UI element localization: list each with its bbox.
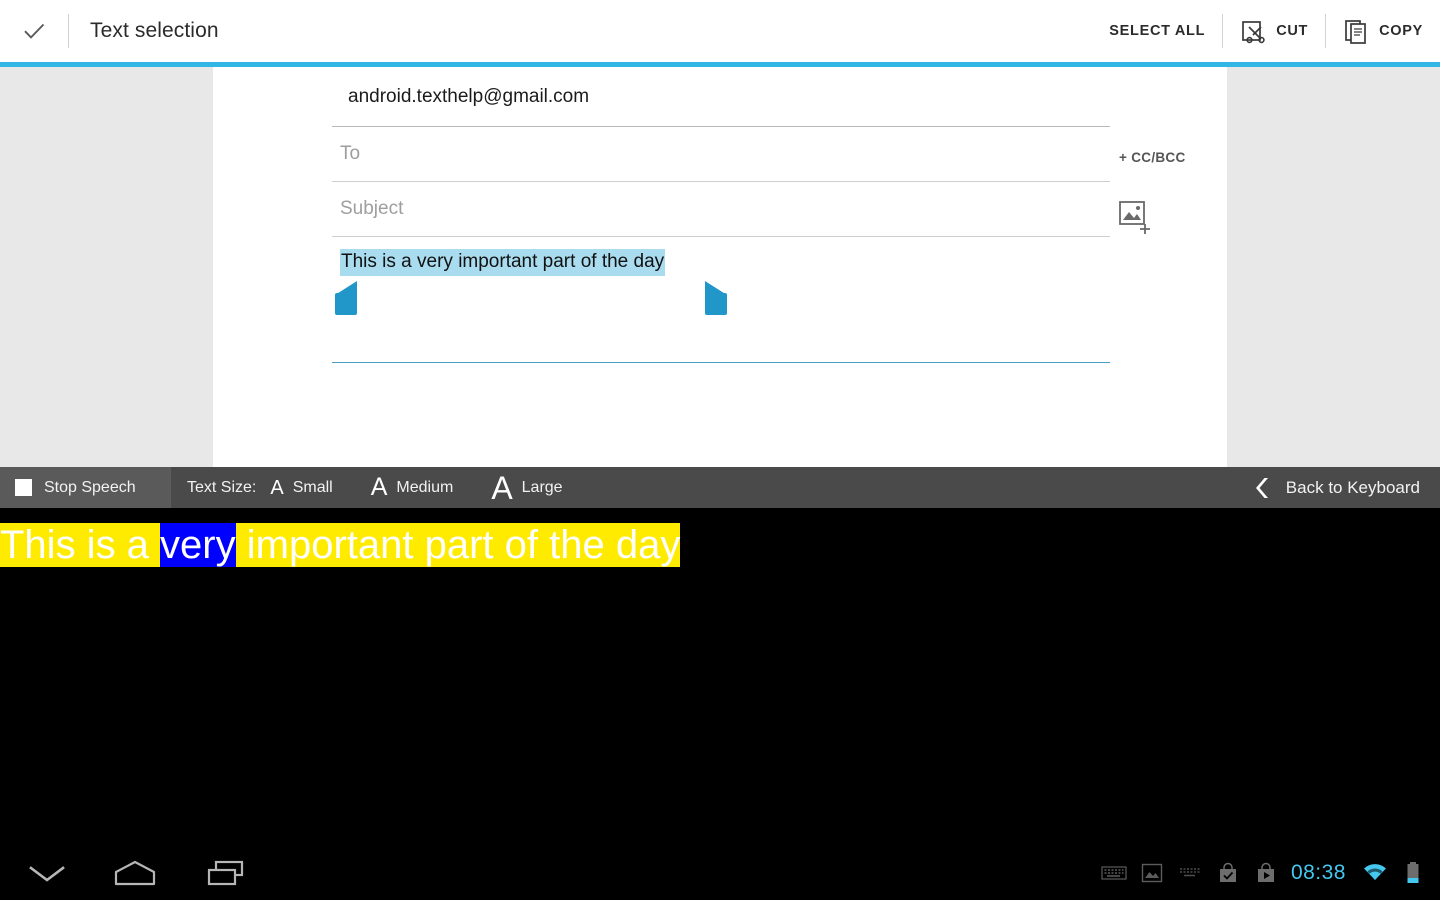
copy-pages-icon <box>1345 19 1366 44</box>
home-icon <box>114 860 156 885</box>
contextual-action-bar: Text selection SELECT ALL CUT COPY <box>0 0 1440 62</box>
hide-keyboard-button[interactable] <box>2 845 92 900</box>
text-size-small-label: Small <box>292 478 333 496</box>
message-body-field[interactable]: This is a very important part of the day <box>332 247 1110 363</box>
from-value: android.texthelp@gmail.com <box>348 85 590 107</box>
battery-icon <box>1394 845 1432 900</box>
screen-root: Text selection SELECT ALL CUT COPY andro… <box>0 0 1440 900</box>
copy-button[interactable]: COPY <box>1326 0 1440 62</box>
karaoke-text-line: This is a very important part of the day <box>0 517 681 574</box>
compose-panel: android.texthelp@gmail.com To Subject Th… <box>213 67 1227 467</box>
text-size-group: Text Size: A Small A Medium A Large <box>171 467 584 508</box>
cut-button[interactable]: CUT <box>1223 0 1325 62</box>
text-size-small-option[interactable]: A Small <box>270 467 353 508</box>
stop-speech-button[interactable]: Stop Speech <box>0 467 170 508</box>
to-placeholder: To <box>340 143 361 164</box>
screenshot-image-icon[interactable] <box>1133 845 1171 900</box>
cut-label: CUT <box>1276 23 1309 39</box>
keyboard-icon[interactable] <box>1095 845 1133 900</box>
page-title: Text selection <box>90 19 219 42</box>
add-image-icon[interactable] <box>1118 200 1154 236</box>
karaoke-segment-active: very <box>160 523 236 567</box>
app-background: android.texthelp@gmail.com To Subject Th… <box>0 67 1440 467</box>
stop-speech-label: Stop Speech <box>44 478 136 496</box>
home-button[interactable] <box>90 845 180 900</box>
letter-a-medium-icon: A <box>370 473 388 501</box>
subject-field[interactable]: Subject <box>332 182 1110 237</box>
text-size-medium-option[interactable]: A Medium <box>371 467 475 508</box>
from-field[interactable]: android.texthelp@gmail.com <box>332 67 1110 127</box>
back-to-keyboard-label: Back to Keyboard <box>1285 477 1420 497</box>
stop-square-icon <box>15 479 32 496</box>
recents-icon <box>207 860 244 885</box>
speech-toolbar: Stop Speech Text Size: A Small A Medium … <box>0 467 1440 508</box>
letter-a-large-icon: A <box>491 469 513 506</box>
text-size-large-label: Large <box>521 478 563 496</box>
letter-a-small-icon: A <box>270 476 284 499</box>
system-navigation-bar: 08:38 <box>0 845 1440 900</box>
karaoke-segment: This is a <box>0 523 161 567</box>
subject-placeholder: Subject <box>340 198 404 219</box>
karaoke-segment: important part of the day <box>235 523 681 567</box>
select-all-button[interactable]: SELECT ALL <box>1092 0 1222 62</box>
scissors-cut-icon <box>1242 20 1265 43</box>
hide-keyboard-chevron-icon <box>29 865 65 882</box>
keyboard-alt-icon[interactable] <box>1171 845 1209 900</box>
bag-check-icon[interactable] <box>1209 845 1247 900</box>
selected-text[interactable]: This is a very important part of the day <box>340 249 666 276</box>
chevron-left-icon <box>1255 477 1268 498</box>
cc-bcc-button[interactable]: + CC/BCC <box>1119 150 1186 165</box>
selection-handle-right[interactable] <box>704 280 730 320</box>
check-icon <box>24 23 45 39</box>
status-clock: 08:38 <box>1290 860 1346 884</box>
select-all-label: SELECT ALL <box>1109 23 1206 39</box>
text-size-label: Text Size: <box>187 478 257 496</box>
bag-play-icon[interactable] <box>1247 845 1285 900</box>
copy-label: COPY <box>1379 23 1423 39</box>
text-size-medium-label: Medium <box>396 478 454 496</box>
done-button[interactable] <box>0 0 68 62</box>
selection-handle-left[interactable] <box>332 280 358 320</box>
text-size-large-option[interactable]: A Large <box>491 467 583 508</box>
status-icons-tray: 08:38 <box>1095 845 1432 900</box>
wifi-icon <box>1356 845 1394 900</box>
back-to-keyboard-button[interactable]: Back to Keyboard <box>1237 467 1440 508</box>
karaoke-reading-pane: This is a very important part of the day <box>0 508 1440 845</box>
to-field[interactable]: To <box>332 127 1110 182</box>
recents-button[interactable] <box>181 845 271 900</box>
